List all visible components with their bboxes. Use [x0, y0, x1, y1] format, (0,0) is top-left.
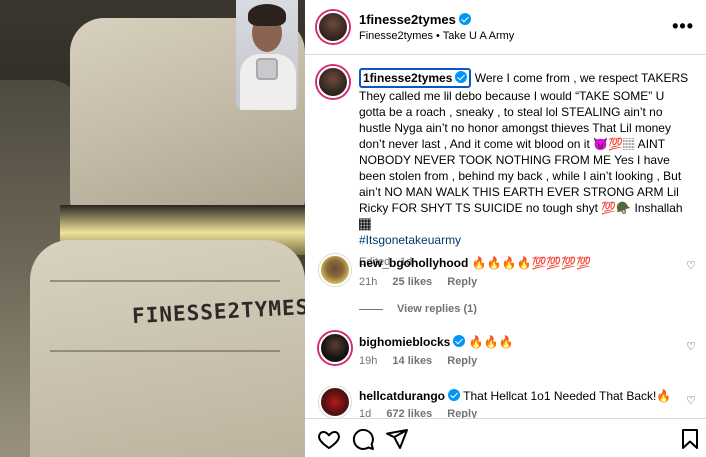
commenter-username[interactable]: bighomieblocks: [359, 335, 450, 349]
post-subtitle: Finesse2tymes • Take U A Army: [359, 30, 514, 42]
subtitle-account[interactable]: Finesse2tymes: [359, 30, 433, 42]
caption-hashtag[interactable]: #Itsgonetakeuarmy: [359, 232, 694, 248]
facetime-pip[interactable]: [236, 0, 298, 110]
subtitle-audio[interactable]: Take U A Army: [443, 30, 515, 42]
author-avatar[interactable]: [317, 11, 349, 43]
comment-likes[interactable]: 14 likes: [392, 355, 432, 367]
caption-username[interactable]: 1finesse2tymes: [359, 68, 472, 88]
caption: 1finesse2tymes Were I come from , we res…: [359, 68, 694, 270]
commenter-username[interactable]: new_bgohollyhood: [359, 256, 468, 270]
comment-text: 🔥🔥🔥🔥💯💯💯💯: [471, 256, 592, 270]
comment-text: That Hellcat 1o1 Needed That Back!🔥: [463, 389, 672, 403]
post-header: 1finesse2tymes Finesse2tymes • Take U A …: [305, 0, 706, 55]
verified-badge-icon: [455, 71, 468, 83]
pip-chain: [256, 58, 278, 80]
comment-like-heart-icon[interactable]: ♡: [686, 340, 696, 353]
comment-reply-button[interactable]: Reply: [447, 408, 477, 418]
action-bar: [305, 418, 706, 457]
comment-age: 19h: [359, 355, 378, 367]
commenter-avatar[interactable]: [319, 254, 351, 286]
comment-like-heart-icon[interactable]: ♡: [686, 259, 696, 272]
view-replies-button[interactable]: View replies (1): [359, 303, 477, 315]
comment-age: 21h: [359, 276, 378, 288]
comment-item: bighomieblocks 🔥🔥🔥 19h 14 likes Reply ♡: [305, 332, 706, 372]
bookmark-icon[interactable]: [678, 427, 702, 451]
post-sidebar: 1finesse2tymes Finesse2tymes • Take U A …: [305, 0, 706, 457]
comment-likes[interactable]: 25 likes: [392, 276, 432, 288]
commenter-avatar[interactable]: [319, 386, 351, 418]
comment-reply-button[interactable]: Reply: [447, 355, 477, 367]
commenter-avatar[interactable]: [319, 332, 351, 364]
caption-text: Were I come from , we respect TAKERS The…: [359, 71, 689, 231]
caption-avatar[interactable]: [317, 66, 349, 98]
subtitle-separator: •: [436, 30, 440, 42]
verified-badge-icon: [458, 13, 471, 25]
verified-badge-icon: [453, 335, 466, 347]
comment-like-heart-icon[interactable]: ♡: [686, 394, 696, 407]
more-options-icon[interactable]: •••: [672, 16, 694, 37]
comment-reply-button[interactable]: Reply: [447, 276, 477, 288]
comment-item: hellcatdurango That Hellcat 1o1 Needed T…: [305, 386, 706, 418]
pip-person-hair: [248, 4, 286, 26]
comment-text: 🔥🔥🔥: [468, 335, 514, 349]
comment-likes[interactable]: 672 likes: [386, 408, 432, 418]
share-icon[interactable]: [385, 427, 409, 451]
verified-badge-icon: [448, 389, 461, 401]
caption-username-text: 1finesse2tymes: [363, 71, 453, 85]
comment-age: 1d: [359, 408, 372, 418]
heart-icon[interactable]: [317, 427, 341, 451]
comment-item: new_bgohollyhood 🔥🔥🔥🔥💯💯💯💯 21h 25 likes R…: [305, 250, 706, 320]
author-username[interactable]: 1finesse2tymes: [359, 12, 456, 27]
front-headrest: [30, 240, 305, 457]
comment-icon[interactable]: [351, 427, 375, 451]
post-media[interactable]: FINESSE2TYMES: [0, 0, 305, 457]
commenter-username[interactable]: hellcatdurango: [359, 389, 445, 403]
